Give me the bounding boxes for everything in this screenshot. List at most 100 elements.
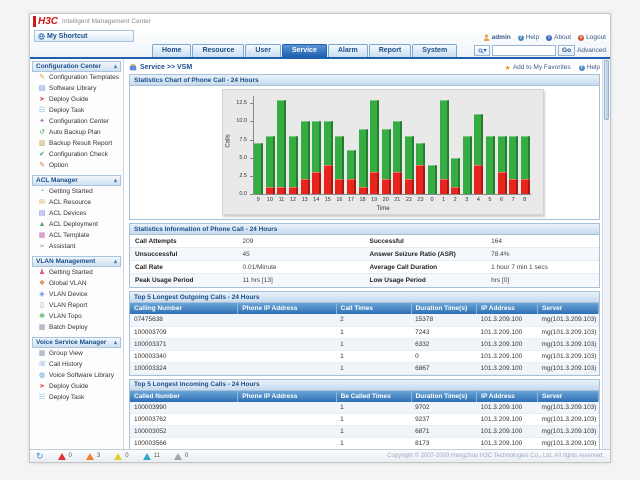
alarm-counter-warning[interactable]: 11 [143, 453, 160, 460]
alarm-counter-minor[interactable]: 0 [114, 453, 128, 460]
current-user[interactable]: admin [483, 34, 511, 41]
number-cell-link[interactable]: 100003052 [130, 426, 238, 438]
sidebar-item-acl-deployment[interactable]: ▲ACL Deployment [32, 219, 121, 230]
table-cell[interactable]: mg(101.3.209.103) [538, 414, 599, 426]
column-header-phone-ip-address[interactable]: Phone IP Address [238, 303, 336, 314]
tab-resource[interactable]: Resource [192, 44, 244, 57]
number-cell-link[interactable]: 100003340 [130, 350, 238, 362]
sidebar-item-configuration-center[interactable]: ✦Configuration Center [32, 116, 121, 127]
number-cell-link[interactable]: 100003566 [130, 438, 238, 450]
collapse-arrow-icon[interactable]: ▴ [114, 63, 117, 70]
alarm-counter-major[interactable]: 3 [86, 453, 100, 460]
column-header-ip-address[interactable]: IP Address [477, 303, 538, 314]
sidebar-item-vlan-topo[interactable]: ❋VLAN Topo [32, 311, 121, 322]
tab-service[interactable]: Service [282, 44, 327, 57]
table-cell[interactable]: mg(101.3.209.103) [538, 326, 599, 338]
table-cell: 6871 [411, 426, 477, 438]
sidebar-item-getting-started[interactable]: ♟Getting Started [32, 267, 121, 278]
column-header-calling-number[interactable]: Calling Number [130, 303, 238, 314]
search-input[interactable] [492, 45, 556, 56]
sidebar-item-acl-devices[interactable]: ▤ACL Devices [32, 208, 121, 219]
column-header-duration-time-s[interactable]: Duration Time(s) [411, 391, 477, 402]
add-to-favorites-link[interactable]: ★Add to My Favorites [505, 64, 571, 72]
table-cell[interactable]: mg(101.3.209.103) [538, 338, 599, 350]
about-link[interactable]: i About [546, 34, 571, 41]
sidebar-item-option[interactable]: ✎Option [32, 160, 121, 171]
sidebar-item-vlan-report[interactable]: ▯VLAN Report [32, 300, 121, 311]
x-tick-label: 17 [345, 197, 357, 203]
sidebar-item-global-vlan[interactable]: ❖Global VLAN [32, 278, 121, 289]
collapse-arrow-icon[interactable]: ▴ [114, 258, 117, 265]
y-tick-label: 5.0 [225, 155, 247, 161]
sidebar-item-deploy-task[interactable]: ☷Deploy Task [32, 392, 121, 403]
search-go-button[interactable]: Go [558, 45, 575, 56]
table-cell[interactable]: mg(101.3.209.103) [538, 314, 599, 326]
tab-user[interactable]: User [245, 44, 281, 57]
sidebar-item-vlan-device[interactable]: ◈VLAN Device [32, 289, 121, 300]
my-shortcut-button[interactable]: My Shortcut [34, 30, 134, 42]
sidebar-item-label: Deploy Guide [49, 383, 88, 390]
sidebar-item-group-view[interactable]: ▦Group View [32, 348, 121, 359]
tab-alarm[interactable]: Alarm [328, 44, 368, 57]
help-link[interactable]: ? Help [518, 34, 539, 41]
sidebar-item-configuration-check[interactable]: ✔Configuration Check [32, 149, 121, 160]
sidebar-item-configuration-templates[interactable]: ✎Configuration Templates [32, 72, 121, 83]
number-cell-link[interactable]: 100003709 [130, 326, 238, 338]
x-tick-label: 16 [333, 197, 345, 203]
sidebar-item-getting-started[interactable]: ◔Getting Started [32, 186, 121, 197]
tab-report[interactable]: Report [369, 44, 412, 57]
column-header-server[interactable]: Server [538, 391, 599, 402]
table-cell[interactable]: mg(101.3.209.103) [538, 438, 599, 450]
sidebar-section-header-acl-manager[interactable]: ACL Manager▴ [32, 175, 121, 186]
sidebar-item-deploy-guide[interactable]: ➤Deploy Guide [32, 94, 121, 105]
sidebar-item-label: Backup Result Report [49, 140, 112, 147]
table-cell[interactable]: mg(101.3.209.103) [538, 362, 599, 374]
breadcrumb-help-link[interactable]: ?Help [579, 64, 600, 71]
sidebar-item-batch-deploy[interactable]: ▦Batch Deploy [32, 322, 121, 333]
column-header-server[interactable]: Server [538, 303, 599, 314]
column-header-called-number[interactable]: Called Number [130, 391, 238, 402]
logout-link[interactable]: × Logout [578, 34, 606, 41]
sidebar-item-label: ACL Devices [49, 210, 86, 217]
tab-system[interactable]: System [412, 44, 457, 57]
number-cell-link[interactable]: 100003990 [130, 402, 238, 414]
sidebar-item-backup-result-report[interactable]: ▥Backup Result Report [32, 138, 121, 149]
table-cell[interactable]: mg(101.3.209.103) [538, 426, 599, 438]
alarm-counter-critical[interactable]: 0 [58, 453, 72, 460]
search-advanced-link[interactable]: Advanced [577, 47, 606, 54]
favorites-star-icon: ★ [505, 64, 511, 72]
bar-successful [324, 121, 333, 165]
tab-home[interactable]: Home [152, 44, 191, 57]
column-header-be-called-times[interactable]: Be Called Times [336, 391, 411, 402]
deploy-task-icon: ☷ [38, 394, 46, 402]
table-cell[interactable]: mg(101.3.209.103) [538, 402, 599, 414]
alarm-counter-info[interactable]: 0 [174, 453, 188, 460]
column-header-ip-address[interactable]: IP Address [477, 391, 538, 402]
sidebar-item-deploy-guide[interactable]: ➤Deploy Guide [32, 381, 121, 392]
column-header-duration-time-s[interactable]: Duration Time(s) [411, 303, 477, 314]
table-cell[interactable]: mg(101.3.209.103) [538, 350, 599, 362]
sidebar-item-call-history[interactable]: ☏Call History [32, 359, 121, 370]
search-scope-dropdown[interactable]: ▾ [474, 45, 490, 56]
sidebar-item-auto-backup-plan[interactable]: ↺Auto Backup Plan [32, 127, 121, 138]
column-header-call-times[interactable]: Call Times [336, 303, 411, 314]
number-cell-link[interactable]: 100003371 [130, 338, 238, 350]
number-cell-link[interactable]: 07475638 [130, 314, 238, 326]
number-cell-link[interactable]: 100003324 [130, 362, 238, 374]
sidebar-section-header-vlan-management[interactable]: VLAN Management▴ [32, 256, 121, 267]
sidebar-item-software-library[interactable]: ▤Software Library [32, 83, 121, 94]
column-header-phone-ip-address[interactable]: Phone IP Address [238, 391, 336, 402]
sidebar-item-assistant[interactable]: ➢Assistant [32, 241, 121, 252]
scrollbar-thumb[interactable] [604, 60, 609, 120]
collapse-arrow-icon[interactable]: ▴ [114, 177, 117, 184]
vertical-scrollbar[interactable] [602, 59, 610, 449]
sidebar-item-deploy-task[interactable]: ☷Deploy Task [32, 105, 121, 116]
sidebar-item-voice-software-library[interactable]: ◍Voice Software Library [32, 370, 121, 381]
sidebar-section-header-voice-service-manager[interactable]: Voice Service Manager▴ [32, 337, 121, 348]
sidebar-item-acl-template[interactable]: ▦ACL Template [32, 230, 121, 241]
number-cell-link[interactable]: 100003762 [130, 414, 238, 426]
sidebar-item-acl-resource[interactable]: ✉ACL Resource [32, 197, 121, 208]
collapse-arrow-icon[interactable]: ▴ [114, 339, 117, 346]
sidebar-section-header-configuration-center[interactable]: Configuration Center▴ [32, 61, 121, 72]
refresh-icon[interactable]: ↻ [36, 452, 44, 461]
